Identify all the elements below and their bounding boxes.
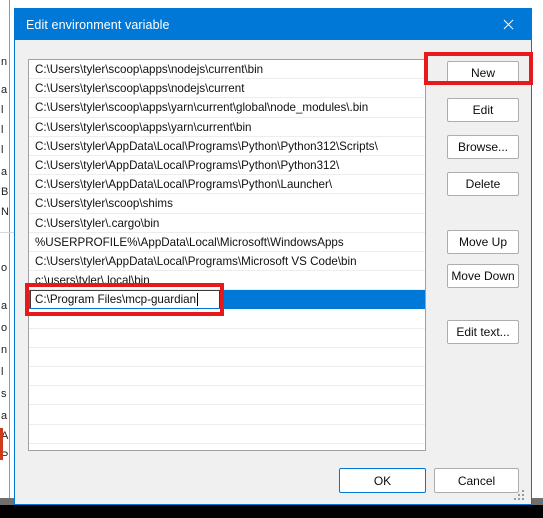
background-text-fragment: o — [1, 262, 8, 274]
text-caret — [197, 293, 199, 307]
list-item[interactable]: C:\Users\tyler\AppData\Local\Programs\Mi… — [29, 252, 425, 272]
background-text-fragment: a — [1, 166, 8, 178]
list-item-editing[interactable]: C:\Program Files\mcp-guardian — [29, 290, 425, 310]
background-text-fragment: a — [1, 410, 8, 422]
delete-button[interactable]: Delete — [447, 172, 519, 196]
background-text-fragment: n — [1, 344, 8, 356]
list-item-empty[interactable] — [29, 329, 425, 348]
background-text-fragment: l — [1, 124, 4, 136]
list-item[interactable]: C:\Users\tyler\scoop\apps\nodejs\current… — [29, 60, 425, 80]
list-item[interactable]: C:\Users\tyler\.cargo\bin — [29, 214, 425, 233]
background-panel-edge — [9, 0, 10, 510]
list-item[interactable]: C:\Users\tyler\AppData\Local\Programs\Py… — [29, 137, 425, 156]
background-text-fragment: N — [1, 206, 9, 218]
path-listbox[interactable]: C:\Users\tyler\scoop\apps\nodejs\current… — [28, 59, 426, 451]
screen-bottom-strip — [0, 505, 543, 518]
list-item-empty[interactable] — [29, 348, 425, 367]
ok-button[interactable]: OK — [339, 468, 426, 493]
background-text-fragment: a — [1, 84, 8, 96]
browse-button[interactable]: Browse... — [447, 135, 519, 159]
background-text-fragment: n — [1, 56, 8, 68]
new-button[interactable]: New — [447, 61, 519, 85]
resize-grip-icon[interactable] — [514, 488, 526, 500]
close-button[interactable] — [485, 9, 531, 40]
list-item[interactable]: C:\Users\tyler\AppData\Local\Programs\Py… — [29, 175, 425, 195]
list-item-empty[interactable] — [29, 309, 425, 329]
background-text-fragment: l — [1, 366, 4, 378]
background-accent-bar — [0, 428, 3, 460]
background-window-sliver: n a l l l a B N o a o n l s a A P — [0, 0, 14, 510]
list-item-empty[interactable] — [29, 405, 425, 425]
list-item[interactable]: C:\Users\tyler\AppData\Local\Programs\Py… — [29, 156, 425, 176]
path-edit-input[interactable]: C:\Program Files\mcp-guardian — [30, 290, 220, 309]
list-item[interactable]: C:\Users\tyler\scoop\apps\nodejs\current — [29, 79, 425, 99]
cancel-button[interactable]: Cancel — [434, 468, 519, 493]
background-text-fragment: l — [1, 104, 4, 116]
edit-environment-variable-dialog: Edit environment variable C:\Users\tyler… — [14, 8, 532, 505]
list-item[interactable]: %USERPROFILE%\AppData\Local\Microsoft\Wi… — [29, 233, 425, 252]
dialog-titlebar: Edit environment variable — [15, 9, 531, 40]
move-up-button[interactable]: Move Up — [447, 230, 519, 254]
background-text-fragment: o — [1, 322, 8, 334]
list-item[interactable]: C:\Users\tyler\scoop\shims — [29, 194, 425, 214]
list-item-empty[interactable] — [29, 367, 425, 387]
background-text-fragment: l — [1, 144, 4, 156]
background-text-fragment: a — [1, 300, 8, 312]
list-item-empty[interactable] — [29, 425, 425, 444]
close-icon — [502, 18, 515, 31]
list-item[interactable]: C:\Users\tyler\scoop\apps\yarn\current\b… — [29, 118, 425, 137]
background-divider — [0, 232, 14, 233]
move-down-button[interactable]: Move Down — [447, 264, 519, 288]
edit-text-button[interactable]: Edit text... — [447, 320, 519, 344]
dialog-title: Edit environment variable — [26, 17, 170, 32]
path-edit-value: C:\Program Files\mcp-guardian — [35, 293, 197, 307]
screen: n a l l l a B N o a o n l s a A P Edit e… — [0, 0, 543, 518]
edit-button[interactable]: Edit — [447, 98, 519, 122]
list-item[interactable]: c:\users\tyler\.local\bin — [29, 271, 425, 291]
background-text-fragment: s — [1, 388, 7, 400]
list-item-empty[interactable] — [29, 444, 425, 450]
background-text-fragment: B — [1, 186, 9, 198]
list-item-empty[interactable] — [29, 386, 425, 406]
list-item[interactable]: C:\Users\tyler\scoop\apps\yarn\current\g… — [29, 98, 425, 118]
